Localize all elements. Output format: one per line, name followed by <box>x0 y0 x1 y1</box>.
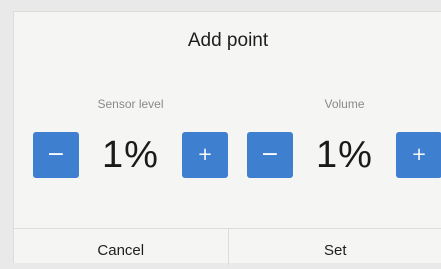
minus-icon: − <box>261 144 279 166</box>
volume-value: 1% <box>293 132 396 178</box>
minus-icon: − <box>47 144 65 166</box>
volume-stepper: − 1% + <box>247 132 441 180</box>
plus-icon: + <box>197 146 212 164</box>
add-point-dialog: Add point Sensor level − 1% + Volume − 1… <box>13 11 441 263</box>
volume-increase-button[interactable]: + <box>396 132 441 178</box>
sensor-level-stepper: − 1% + <box>33 132 228 180</box>
cancel-button[interactable]: Cancel <box>14 229 228 265</box>
sensor-level-label: Sensor level <box>33 96 228 112</box>
volume-decrease-button[interactable]: − <box>247 132 293 178</box>
sensor-level-decrease-button[interactable]: − <box>33 132 79 178</box>
plus-icon: + <box>411 146 426 164</box>
volume-label: Volume <box>247 96 441 112</box>
sensor-level-increase-button[interactable]: + <box>182 132 228 178</box>
sensor-level-control: Sensor level − 1% + <box>33 96 228 180</box>
dialog-title: Add point <box>14 30 441 52</box>
volume-control: Volume − 1% + <box>247 96 441 180</box>
sensor-level-value: 1% <box>79 132 182 178</box>
set-button[interactable]: Set <box>229 229 441 265</box>
dialog-actions: Cancel Set <box>14 228 441 265</box>
